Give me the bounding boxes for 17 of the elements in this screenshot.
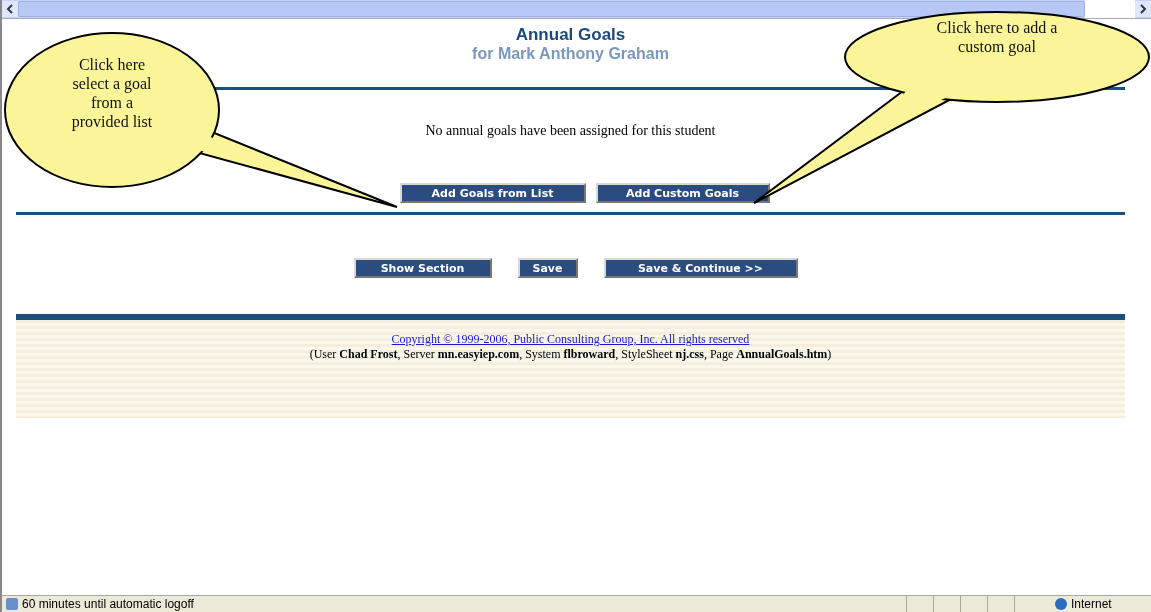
action-button[interactable]: Show Section bbox=[353, 258, 492, 278]
goal-button[interactable]: Add Goals from List bbox=[399, 183, 586, 203]
action-button[interactable]: Save bbox=[517, 258, 578, 278]
action-button[interactable]: Save & Continue >> bbox=[603, 258, 798, 278]
callout-text: Click here select a goal from a provided list bbox=[70, 55, 154, 131]
copyright-link[interactable]: Copyright © 1999-2006, Public Consulting Group, Inc. All rights reserved bbox=[391, 332, 750, 347]
callout-text: Click here to add a custom goal bbox=[935, 18, 1059, 56]
session-info: (User Chad Frost, Server mn.easyiep.com, System flbroward, StyleSheet nj.css, Page AnnualGoals.htm) bbox=[309, 347, 832, 362]
page-icon bbox=[6, 598, 18, 610]
goal-button[interactable]: Add Custom Goals bbox=[595, 183, 770, 203]
scroll-left-icon[interactable] bbox=[2, 1, 18, 17]
security-zone: Internet bbox=[1071, 596, 1113, 612]
status-message: 60 minutes until automatic logoff bbox=[22, 596, 195, 612]
scroll-right-icon[interactable] bbox=[1135, 1, 1151, 17]
globe-icon bbox=[1055, 598, 1067, 610]
page-subtitle: for Mark Anthony Graham bbox=[472, 45, 669, 63]
page-title: Annual Goals bbox=[515, 25, 626, 45]
